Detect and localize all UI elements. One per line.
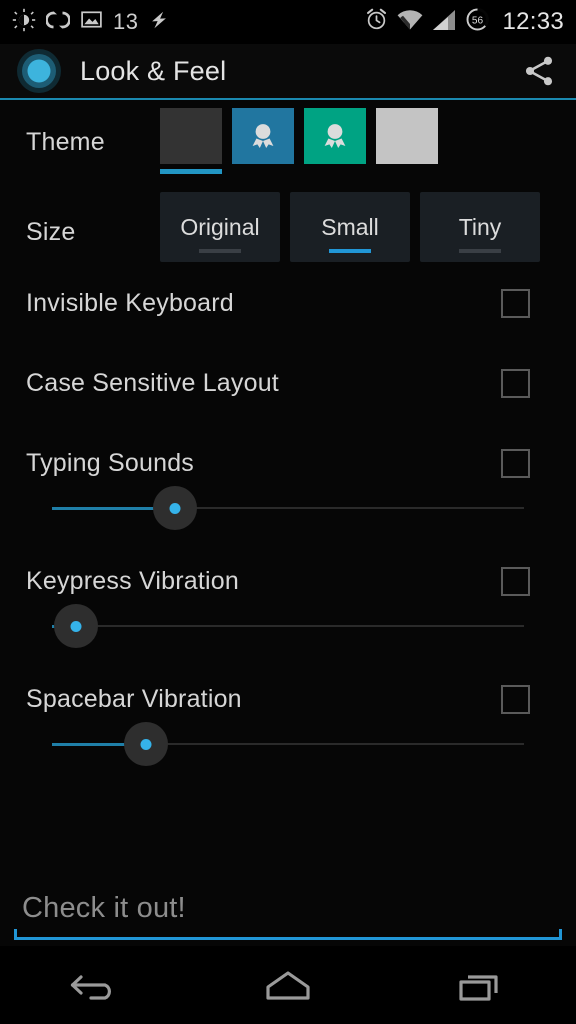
slider-handle[interactable] (152, 486, 197, 530)
theme-swatch-green[interactable] (304, 108, 366, 164)
size-option-label: Small (321, 213, 379, 240)
theme-row: Theme (0, 108, 576, 182)
home-icon[interactable] (192, 946, 384, 1024)
theme-swatch-dark[interactable] (160, 108, 222, 164)
theme-selected-underline (160, 169, 222, 174)
size-button-group: Original Small Tiny (160, 192, 540, 262)
setting-label: Keypress Vibration (26, 566, 239, 595)
action-bar: Look & Feel (0, 44, 576, 98)
share-icon[interactable] (518, 50, 560, 92)
size-option-small[interactable]: Small (290, 192, 410, 262)
spacebar-vibration-checkbox[interactable] (501, 684, 530, 714)
theme-swatch-list (160, 108, 438, 174)
size-option-original[interactable]: Original (160, 192, 280, 262)
slider-handle[interactable] (124, 722, 169, 766)
status-bar-clock: 12:33 (502, 8, 564, 35)
size-row: Size Original Small Tiny (0, 192, 576, 272)
wifi-icon (397, 9, 423, 36)
theme-option-green[interactable] (304, 108, 366, 174)
svg-text:56: 56 (472, 16, 484, 27)
settings-content: Theme Size Original Small Tiny Invisible… (0, 100, 576, 868)
brightness-auto-icon (12, 8, 36, 37)
setting-spacebar-vibration[interactable]: Spacebar Vibration (0, 676, 576, 768)
back-icon[interactable] (0, 946, 192, 1024)
android-nav-bar (0, 946, 576, 1024)
setting-invisible-keyboard[interactable]: Invisible Keyboard (0, 280, 576, 326)
invisible-keyboard-checkbox[interactable] (501, 288, 530, 318)
status-bar-right: 56 12:33 (365, 7, 564, 37)
status-bar-left: 13 (12, 8, 170, 37)
theme-label: Theme (26, 128, 105, 156)
slider-handle[interactable] (53, 604, 98, 648)
size-option-label: Original (180, 213, 260, 240)
battery-icon: 56 (465, 7, 490, 37)
cellular-signal-icon (432, 9, 456, 36)
setting-keypress-vibration[interactable]: Keypress Vibration (0, 558, 576, 650)
phone-screen: 13 56 12:33 Look & Feel Theme Size Origi… (0, 0, 576, 1024)
notification-count: 13 (113, 9, 139, 34)
setting-case-sensitive-layout[interactable]: Case Sensitive Layout (0, 360, 576, 406)
status-bar: 13 56 12:33 (0, 0, 576, 44)
setting-label: Spacebar Vibration (26, 684, 242, 713)
image-icon (80, 8, 103, 36)
input-underline (14, 937, 562, 940)
typing-sounds-checkbox[interactable] (501, 448, 530, 478)
size-label: Size (26, 218, 76, 246)
app-logo-icon (16, 48, 62, 94)
keypress-vibration-slider[interactable] (52, 604, 524, 650)
setting-label: Invisible Keyboard (26, 288, 234, 317)
award-badge-icon (324, 124, 346, 148)
slider-track (52, 625, 524, 627)
case-sensitive-layout-checkbox[interactable] (501, 368, 530, 398)
theme-swatch-blue[interactable] (232, 108, 294, 164)
theme-swatch-light[interactable] (376, 108, 438, 164)
size-option-label: Tiny (458, 213, 502, 240)
setting-label: Case Sensitive Layout (26, 368, 279, 397)
theme-option-light[interactable] (376, 108, 438, 174)
theme-option-blue[interactable] (232, 108, 294, 174)
typing-sounds-slider[interactable] (52, 486, 524, 532)
preview-input-placeholder: Check it out! (22, 892, 186, 924)
alarm-clock-icon (365, 8, 388, 36)
theme-option-dark[interactable] (160, 108, 222, 174)
page-title: Look & Feel (80, 55, 227, 86)
lightning-bolt-icon (148, 8, 170, 37)
setting-label: Typing Sounds (26, 448, 194, 477)
keypress-vibration-checkbox[interactable] (501, 566, 530, 596)
size-option-tiny[interactable]: Tiny (420, 192, 540, 262)
spacebar-vibration-slider[interactable] (52, 722, 524, 768)
award-badge-icon (252, 124, 274, 148)
preview-input-container[interactable]: Check it out! (0, 884, 576, 946)
recents-icon[interactable] (384, 946, 576, 1024)
setting-typing-sounds[interactable]: Typing Sounds (0, 440, 576, 532)
sync-icon (45, 8, 71, 37)
